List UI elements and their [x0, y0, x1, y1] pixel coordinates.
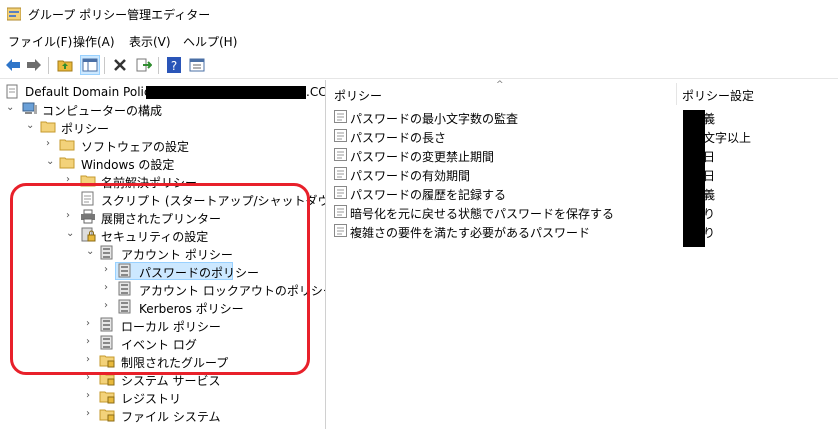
folder-icon	[40, 121, 56, 133]
policy-name: 暗号化を元に戻せる状態でパスワードを保存する	[350, 207, 615, 221]
redaction-bar	[683, 110, 705, 247]
chevron-down-icon[interactable]: ⌄	[26, 120, 34, 131]
chevron-down-icon[interactable]: ⌄	[6, 102, 14, 113]
column-header-setting[interactable]: ポリシー設定	[682, 87, 754, 104]
window-title: グループ ポリシー管理エディター	[28, 8, 211, 22]
policy-setting-icon	[334, 129, 347, 142]
policy-setting-icon	[334, 186, 347, 199]
tree-item-label: コンピューターの構成	[42, 104, 163, 118]
svg-text:?: ?	[171, 59, 177, 73]
group-policy-app-icon	[7, 7, 21, 21]
tree-root[interactable]: Default Domain Policy .CC	[0, 83, 325, 101]
toolbar-separator	[104, 57, 105, 74]
tree-item-label: ソフトウェアの設定	[81, 140, 190, 154]
forward-arrow-icon[interactable]	[24, 55, 44, 75]
locked-folder-icon	[99, 391, 115, 404]
chevron-down-icon[interactable]: ⌄	[46, 156, 54, 167]
tree-item-label: レジストリ	[121, 392, 182, 406]
tree-pane: Default Domain Policy .CC ⌄ コンピューターの構成 ⌄…	[0, 80, 325, 429]
policy-name: パスワードの有効期間	[350, 169, 471, 183]
tree-root-label: Default Domain Policy	[25, 85, 158, 99]
tree-item-label: ファイル システム	[121, 410, 221, 424]
menu-view[interactable]: 表示(V)	[129, 33, 171, 50]
menu-file[interactable]: ファイル(F)	[8, 33, 72, 50]
folder-icon	[59, 139, 75, 151]
export-list-icon[interactable]	[134, 55, 154, 75]
annotation-highlight-box	[10, 183, 310, 375]
policy-document-icon	[6, 84, 18, 99]
title-bar: グループ ポリシー管理エディター	[0, 0, 838, 28]
sort-ascending-icon: ^	[496, 80, 504, 90]
tree-item-label: ポリシー	[61, 122, 110, 136]
locked-folder-icon	[99, 409, 115, 422]
help-icon[interactable]: ?	[164, 55, 184, 75]
chevron-right-icon[interactable]: ›	[86, 408, 90, 419]
policy-setting-icon	[334, 205, 347, 218]
show-hide-tree-icon[interactable]	[80, 55, 100, 75]
properties-icon[interactable]	[187, 55, 207, 75]
policy-name: パスワードの最小文字数の監査	[350, 112, 519, 126]
toolbar-separator	[48, 57, 49, 74]
toolbar-separator	[158, 57, 159, 74]
back-arrow-icon[interactable]	[3, 55, 23, 75]
column-separator[interactable]	[676, 83, 677, 105]
redaction-bar	[146, 86, 306, 99]
chevron-right-icon[interactable]: ›	[86, 390, 90, 401]
policy-setting-icon	[334, 167, 347, 180]
policy-name: パスワードの変更禁止期間	[350, 150, 495, 164]
menu-help[interactable]: ヘルプ(H)	[183, 33, 237, 50]
policy-setting-value: 文字以上	[703, 131, 752, 145]
policy-setting-icon	[334, 148, 347, 161]
menu-bar: ファイル(F) 操作(A) 表示(V) ヘルプ(H)	[0, 30, 838, 50]
policy-name: 複雑さの要件を満たす必要があるパスワード	[350, 226, 591, 240]
policy-name: パスワードの履歴を記録する	[350, 188, 507, 202]
tree-item-label: Windows の設定	[81, 158, 175, 172]
column-header-policy[interactable]: ポリシー	[334, 87, 382, 104]
policy-name: パスワードの長さ	[350, 131, 447, 145]
folder-icon	[59, 157, 75, 169]
delete-icon[interactable]	[110, 55, 130, 75]
tree-root-suffix: .CC	[306, 85, 325, 99]
chevron-right-icon[interactable]: ›	[46, 138, 50, 149]
policy-setting-icon	[334, 110, 347, 123]
computer-icon	[22, 102, 37, 114]
policy-list-pane: ^ ポリシー ポリシー設定 パスワードの最小文字数の監査 パスワードの長さ パス…	[326, 80, 838, 429]
toolbar: ?	[0, 52, 838, 79]
menu-action[interactable]: 操作(A)	[73, 33, 115, 50]
policy-setting-icon	[334, 224, 347, 237]
up-folder-icon[interactable]	[55, 55, 75, 75]
